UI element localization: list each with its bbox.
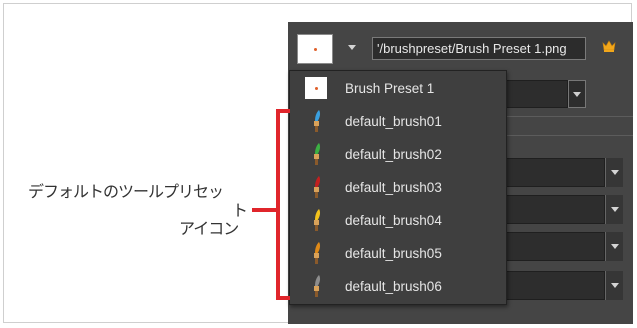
callout-bracket-bottom [276,296,290,300]
gray-brush-icon [314,275,321,297]
dropdown-item-label: default_brush03 [345,180,442,195]
dropdown-item-default-brush02[interactable]: default_brush02 [290,138,506,171]
dropdown-item-label: default_brush01 [345,114,442,129]
dropdown-item-default-brush01[interactable]: default_brush01 [290,105,506,138]
right-combo-button[interactable] [568,80,586,108]
panel-divider [507,116,633,117]
dropdown-item-default-brush06[interactable]: default_brush06 [290,270,506,303]
dropdown-item-label: Brush Preset 1 [345,81,435,96]
preset-path-field[interactable]: '/brushpreset/Brush Preset 1.png [372,37,586,60]
dropdown-item-label: default_brush02 [345,147,442,162]
orange-brush-icon [314,242,321,264]
preset-menu-caret-icon[interactable] [348,45,356,50]
dropdown-item-brush-preset-1[interactable]: Brush Preset 1 [290,72,506,105]
brush-preset-thumbnail-icon [305,77,327,99]
right-field-3[interactable] [505,232,605,261]
callout-pointer [252,208,278,212]
right-stepper-2[interactable] [605,195,623,224]
callout-label-line1: デフォルトのツールプリセッ [28,182,224,201]
dropdown-item-label: default_brush05 [345,246,442,261]
brush-preset-preview-button[interactable] [297,34,333,64]
right-stepper-3[interactable] [605,232,623,261]
dropdown-item-default-brush05[interactable]: default_brush05 [290,237,506,270]
preset-dot [314,48,317,51]
right-field-2[interactable] [505,195,605,224]
panel-divider [507,135,633,136]
crown-icon[interactable] [601,38,617,54]
yellow-brush-icon [314,209,321,231]
callout-bracket [276,109,280,300]
right-combo-field[interactable] [505,80,568,108]
right-field-4[interactable] [505,271,605,300]
dropdown-item-default-brush03[interactable]: default_brush03 [290,171,506,204]
right-stepper-1[interactable] [605,158,623,187]
blue-brush-icon [314,110,321,132]
right-stepper-4[interactable] [605,271,623,300]
dropdown-item-label: default_brush04 [345,213,442,228]
dropdown-item-label: default_brush06 [345,279,442,294]
red-brush-icon [314,176,321,198]
callout-bracket-top [276,109,290,113]
green-brush-icon [314,143,321,165]
brush-preset-dropdown: Brush Preset 1 default_brush01 default_b… [289,70,507,305]
callout-label-line3: アイコン [179,219,239,238]
right-field-1[interactable] [505,158,605,187]
dropdown-item-default-brush04[interactable]: default_brush04 [290,204,506,237]
